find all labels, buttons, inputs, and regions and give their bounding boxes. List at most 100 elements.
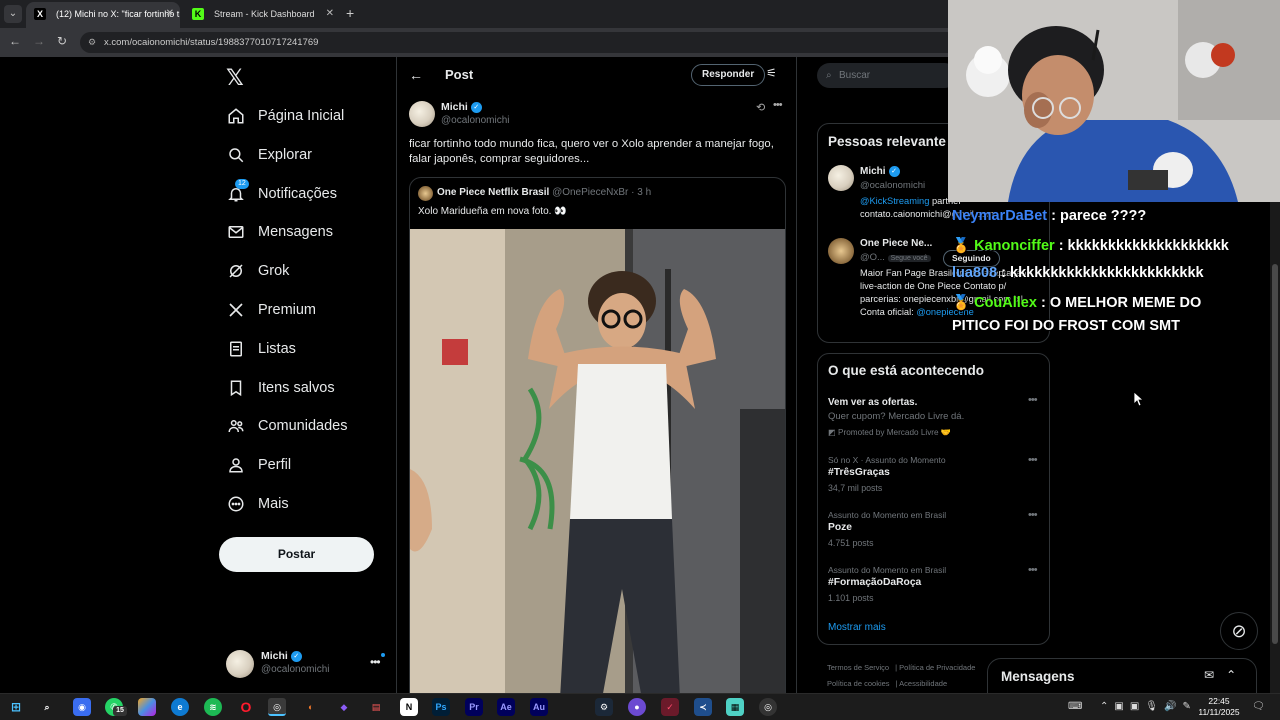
premiere-icon[interactable]: Pr <box>465 698 483 716</box>
post-button[interactable]: Postar <box>219 537 374 572</box>
app-icon[interactable]: ◎ <box>759 698 777 716</box>
author-handle[interactable]: @ocalonomichi <box>441 115 510 126</box>
vscode-icon[interactable]: ≺ <box>694 698 712 716</box>
address-bar[interactable]: ⚙ x.com/ocaionomichi/status/198837701071… <box>80 32 960 53</box>
system-clock[interactable]: 22:45 11/11/2025 <box>1198 696 1240 718</box>
more-icon[interactable]: ••• <box>1028 394 1038 406</box>
close-icon[interactable]: ✕ <box>326 2 334 26</box>
author-name-row[interactable]: Michi ✓ <box>441 101 482 113</box>
copilot-icon[interactable] <box>138 698 156 716</box>
bio-link[interactable]: @KickStreaming <box>860 196 929 206</box>
show-more-link[interactable]: Mostrar mais <box>828 622 886 633</box>
more-icon[interactable]: ••• <box>773 99 783 111</box>
person-name-row[interactable]: Michi ✓ <box>860 166 900 177</box>
notion-icon[interactable]: N <box>400 698 418 716</box>
messages-drawer-title: Mensagens <box>1001 669 1075 684</box>
notification-icon[interactable]: 🗨 <box>1252 701 1265 712</box>
app-icon[interactable]: ◆ <box>335 698 353 716</box>
more-icon[interactable]: ••• <box>1028 454 1038 466</box>
after-effects-icon[interactable]: Ae <box>497 698 515 716</box>
trend-context: Só no X · Assunto do Momento <box>828 455 946 465</box>
page-scrollbar[interactable] <box>1270 114 1280 720</box>
app-icon[interactable]: ✓ <box>661 698 679 716</box>
avatar[interactable] <box>828 165 854 191</box>
grok-icon[interactable]: ⟲ <box>756 101 765 114</box>
volume-icon[interactable]: 🔊 <box>1164 701 1182 712</box>
chevron-up-icon[interactable]: ⌃ <box>1100 701 1114 712</box>
opera-icon[interactable]: O <box>237 698 255 716</box>
scrollbar-thumb[interactable] <box>1272 264 1278 644</box>
x-logo-icon[interactable]: 𝕏 <box>226 65 244 91</box>
messages-drawer[interactable]: Mensagens ✉⌃ <box>987 658 1257 696</box>
footer-link[interactable]: Termos de Serviço <box>827 663 889 672</box>
footer-link[interactable]: Acessibilidade <box>899 679 947 688</box>
tab-search-icon[interactable]: ⌄ <box>4 5 22 23</box>
app-tray-icon[interactable]: ▣ <box>1114 701 1129 712</box>
sidebar-item-home[interactable]: Página Inicial <box>226 102 344 130</box>
obs-icon[interactable]: ● <box>628 698 646 716</box>
spotify-icon[interactable]: ≋ <box>204 698 222 716</box>
sidebar-item-bookmarks[interactable]: Itens salvos <box>226 374 335 402</box>
steam-icon[interactable]: ⚙ <box>595 698 613 716</box>
kick-favicon-icon: K <box>192 8 204 20</box>
tray-icons: ⌃▣▣🎙🔊✎ <box>1100 701 1197 712</box>
back-arrow-icon[interactable]: ← <box>409 67 423 83</box>
blender-icon[interactable]: ◐ <box>302 698 320 716</box>
keyboard-icon[interactable]: ⌨ <box>1068 701 1082 712</box>
avatar[interactable] <box>409 101 435 127</box>
back-icon[interactable]: ← <box>7 34 23 48</box>
quoted-post[interactable]: One Piece Netflix Brasil @OnePieceNxBr ·… <box>409 177 786 693</box>
site-info-icon[interactable]: ⚙ <box>88 32 96 53</box>
promo-title[interactable]: Vem ver as ofertas. <box>828 397 917 408</box>
trend-context: Assunto do Momento em Brasil <box>828 565 947 575</box>
chrome-icon[interactable]: ◎ <box>268 698 286 716</box>
reload-icon[interactable]: ↻ <box>54 34 70 48</box>
trend-name[interactable]: Poze <box>828 522 852 533</box>
photoshop-icon[interactable]: Ps <box>432 698 450 716</box>
more-icon[interactable]: ••• <box>1028 509 1038 521</box>
sidebar-item-lists[interactable]: Listas <box>226 335 296 363</box>
figma-icon[interactable]: ▤ <box>367 698 385 716</box>
sidebar-item-explore[interactable]: Explorar <box>226 141 312 169</box>
sidebar-item-notifications[interactable]: 12 Notificações <box>226 179 337 208</box>
more-icon[interactable]: ••• <box>370 655 381 669</box>
new-message-icon[interactable]: ✉ <box>1204 668 1226 682</box>
footer-link[interactable]: Política de cookies <box>827 679 890 688</box>
tab-x-post[interactable]: X (12) Michi no X: "ficar fortinho t ✕ <box>26 2 180 28</box>
sidebar-item-communities[interactable]: Comunidades <box>226 412 347 440</box>
pen-icon[interactable]: ✎ <box>1182 701 1196 712</box>
close-icon[interactable]: ✕ <box>166 2 174 26</box>
audition-icon[interactable]: Au <box>530 698 548 716</box>
sidebar-item-premium[interactable]: Premium <box>226 296 316 324</box>
person-name[interactable]: One Piece Ne... <box>860 238 932 249</box>
search-icon[interactable]: ⌕ <box>38 698 56 716</box>
webcam-overlay <box>948 0 1280 202</box>
forward-icon[interactable]: → <box>31 34 47 48</box>
app-tray-icon[interactable]: ▣ <box>1130 701 1145 712</box>
sidebar-item-messages[interactable]: Mensagens <box>226 218 333 246</box>
footer-link[interactable]: Política de Privacidade <box>899 663 975 672</box>
new-tab-icon[interactable]: + <box>346 4 360 22</box>
grok-fab-icon[interactable]: ⊘ <box>1220 612 1258 650</box>
mic-icon[interactable]: 🎙 <box>1145 701 1164 712</box>
tab-kick-dashboard[interactable]: K Stream - Kick Dashboard ✕ <box>184 2 340 28</box>
promoted-text: Promoted by Mercado Livre 🤝 <box>838 428 952 437</box>
sidebar-item-grok[interactable]: Grok <box>226 257 289 285</box>
more-icon[interactable]: ••• <box>1028 564 1038 576</box>
reply-button[interactable]: Responder <box>691 64 766 86</box>
post-photo[interactable] <box>410 229 785 693</box>
expand-icon[interactable]: ⌃ <box>1226 668 1248 682</box>
trend-name[interactable]: #FormaçãoDaRoça <box>828 577 921 588</box>
avatar[interactable] <box>828 238 854 264</box>
sliders-icon[interactable]: ⚟ <box>766 66 777 80</box>
search-input[interactable]: ⌕ Buscar <box>817 63 957 88</box>
search-placeholder: Buscar <box>839 70 871 81</box>
edge-icon[interactable]: e <box>171 698 189 716</box>
windows-start-icon[interactable]: ⊞ <box>7 698 25 716</box>
account-switcher[interactable]: Michi ✓ @ocalonomichi ••• <box>226 647 386 681</box>
app-icon[interactable]: ◉ <box>73 698 91 716</box>
trend-name[interactable]: #TrêsGraças <box>828 467 890 478</box>
app-icon[interactable]: ▦ <box>726 698 744 716</box>
sidebar-item-more[interactable]: Mais <box>226 490 289 518</box>
sidebar-item-profile[interactable]: Perfil <box>226 451 291 479</box>
